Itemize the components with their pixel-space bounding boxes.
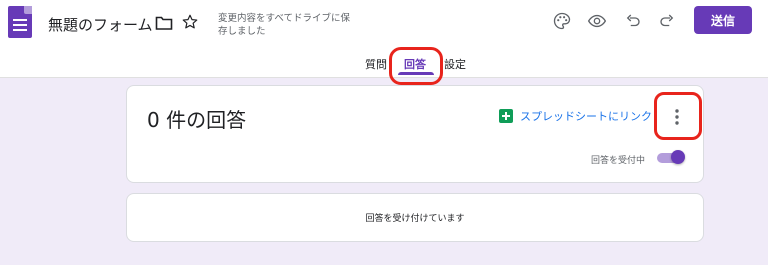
redo-icon[interactable] — [655, 9, 679, 33]
undo-icon[interactable] — [621, 9, 645, 33]
send-button[interactable]: 送信 — [694, 6, 752, 34]
accepting-responses-label: 回答を受付中 — [591, 156, 646, 166]
palette-icon[interactable] — [550, 9, 574, 33]
response-status-card: 回答を受け付けています — [126, 193, 704, 242]
responses-summary-card: 0 件の回答 スプレッドシートにリンク 回答を受付中 — [126, 85, 704, 183]
response-status-message: 回答を受け付けています — [365, 214, 465, 224]
accepting-responses-toggle[interactable] — [657, 150, 685, 164]
star-icon[interactable] — [180, 12, 200, 32]
tab-questions[interactable]: 質問 — [365, 56, 387, 72]
tab-settings[interactable]: 設定 — [444, 56, 466, 72]
forms-logo-icon[interactable] — [8, 6, 32, 38]
link-to-sheets-button[interactable]: スプレッドシートにリンク — [520, 108, 652, 124]
sheets-icon[interactable] — [499, 109, 513, 123]
save-status: 変更内容をすべてドライブに保存しました — [218, 13, 350, 37]
form-title[interactable]: 無題のフォーム — [48, 14, 153, 35]
response-count: 0 件の回答 — [147, 108, 247, 132]
eye-icon[interactable] — [585, 9, 609, 33]
top-bar: 無題のフォーム 変更内容をすべてドライブに保存しました 送信 質問 回答 設定 — [0, 0, 768, 78]
annotation-highlight-more — [654, 92, 702, 140]
folder-icon[interactable] — [154, 14, 174, 32]
annotation-highlight-tab — [389, 47, 443, 85]
